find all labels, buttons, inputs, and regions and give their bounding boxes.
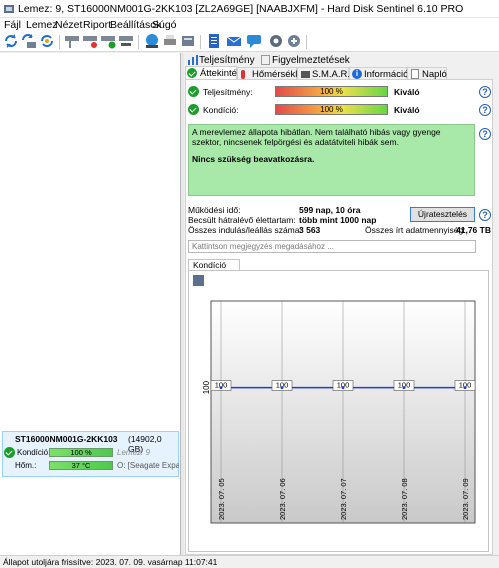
status-help-icon[interactable]: ?	[479, 128, 491, 140]
disk-temp-bar: 37 °C	[49, 461, 113, 470]
info-icon: i	[352, 69, 362, 79]
start-stop-value: 3 563	[299, 225, 321, 235]
status-text: A merevlemez állapota hibátlan. Nem talá…	[192, 127, 441, 147]
chart-data-point	[463, 386, 467, 390]
performance-tab-icon	[187, 55, 199, 65]
toolbar-separator	[59, 35, 60, 49]
toolbar-separator	[138, 35, 139, 49]
save-icon	[193, 275, 204, 286]
disk-name: ST16000NM001G-2KK103	[15, 434, 118, 444]
disk-health-bar: 100 %	[49, 448, 113, 457]
tab-alerts[interactable]: Figyelmeztetések	[272, 55, 350, 67]
tab-overview[interactable]: Áttekintés	[185, 66, 242, 80]
disk-ok-icon[interactable]	[100, 33, 116, 49]
uptime-value: 599 nap, 10 óra	[299, 205, 361, 215]
email-icon[interactable]	[226, 33, 242, 49]
menu-file[interactable]: Fájl	[4, 19, 21, 31]
status-bar: Állapot utoljára frissítve: 2023. 07. 09…	[0, 555, 499, 568]
retest-button[interactable]: Újratesztelés	[410, 207, 475, 222]
menu-help[interactable]: Súgó	[152, 19, 177, 31]
window-title: Lemez: 9, ST16000NM001G-2KK103 [ZL2A69GE…	[18, 3, 464, 15]
chart-data-point	[402, 386, 406, 390]
menu-bar: Fájl Lemez Nézet Riport Beállítások Súgó	[0, 18, 499, 32]
settings-gear-icon[interactable]	[268, 33, 284, 49]
status-action: Nincs szükség beavatkozásra.	[192, 154, 315, 164]
print-icon[interactable]	[162, 33, 178, 49]
alerts-tab-icon	[261, 55, 270, 65]
health-chart: 100 100 2023. 07. 05 100 2023. 07. 06 100 2023…	[188, 270, 489, 552]
chart-x-tick-label: 2023. 07. 06	[278, 478, 287, 520]
report-icon[interactable]	[206, 33, 222, 49]
remaining-life-label: Becsült hátralévő élettartam:	[188, 215, 296, 225]
uptime-label: Működési idő:	[188, 205, 241, 215]
health-help-icon[interactable]: ?	[479, 104, 491, 116]
disk-test-icon[interactable]	[64, 33, 80, 49]
disk-list-panel: ST16000NM001G-2KK103 (14902,0 GB) Kondíc…	[0, 53, 181, 555]
message-icon[interactable]	[246, 33, 262, 49]
menu-disk[interactable]: Lemez	[26, 19, 58, 31]
performance-check-icon	[188, 86, 199, 97]
disk-mount: O: [Seagate Expansion	[117, 461, 179, 470]
health-label: Kondíció:	[203, 105, 239, 115]
retest-help-icon[interactable]: ?	[479, 209, 491, 221]
chart-x-tick-label: 2023. 07. 07	[339, 478, 348, 520]
app-icon	[4, 5, 14, 13]
health-rating: Kiváló	[394, 105, 420, 115]
health-check-icon	[188, 104, 199, 115]
chart-data-point	[280, 386, 284, 390]
performance-help-icon[interactable]: ?	[479, 86, 491, 98]
disk-info-icon[interactable]	[118, 33, 134, 49]
toolbar-separator	[200, 35, 201, 49]
performance-label: Teljesítmény:	[203, 87, 253, 97]
refresh-icon[interactable]	[3, 33, 19, 49]
written-data-value: 41,76 TB	[456, 225, 491, 235]
log-document-icon	[411, 69, 419, 79]
panel-splitter[interactable]	[181, 53, 184, 555]
disk-index: Lemez: 9	[117, 448, 150, 457]
tools-icon[interactable]	[286, 33, 302, 49]
refresh-all-icon[interactable]	[39, 33, 55, 49]
health-bar: 100 %	[275, 104, 388, 115]
note-input[interactable]: Kattintson megjegyzés megadásához ...	[188, 240, 476, 253]
chart-x-tick-label: 2023. 07. 05	[217, 478, 226, 520]
smart-bars-icon	[301, 71, 310, 78]
performance-rating: Kiváló	[394, 87, 420, 97]
network-icon[interactable]	[144, 33, 160, 49]
refresh-disk-icon[interactable]	[21, 33, 37, 49]
remaining-life-value: több mint 1000 nap	[299, 215, 377, 225]
chart-x-tick-label: 2023. 07. 09	[461, 478, 470, 520]
chart-data-point	[341, 386, 345, 390]
menu-report[interactable]: Riport	[83, 19, 111, 31]
chart-y-tick-label: 100	[202, 380, 211, 394]
thermometer-icon	[241, 70, 245, 79]
toolbar-separator	[306, 35, 307, 49]
menu-view[interactable]: Nézet	[55, 19, 82, 31]
disk-card[interactable]: ST16000NM001G-2KK103 (14902,0 GB) Kondíc…	[2, 431, 179, 477]
health-chart-svg: 100 1002023. 07. 051002023. 07. 061002023…	[193, 275, 476, 524]
disk-ok-check-icon	[4, 447, 15, 458]
tab-overview-label: Áttekintés	[200, 68, 242, 79]
disk-health-label: Kondíció:	[17, 448, 51, 457]
status-description-box: A merevlemez állapota hibátlan. Nem talá…	[188, 124, 475, 196]
overview-check-icon	[187, 68, 197, 78]
disk-surface-icon[interactable]	[82, 33, 98, 49]
chart-x-tick-label: 2023. 07. 08	[400, 478, 409, 520]
export-icon[interactable]	[180, 33, 196, 49]
toolbar: ? i	[0, 32, 499, 81]
performance-bar: 100 %	[275, 86, 388, 97]
disk-temp-label: Hőm.:	[15, 461, 37, 470]
start-stop-label: Összes indulás/leállás száma:	[188, 225, 302, 235]
title-bar: Lemez: 9, ST16000NM001G-2KK103 [ZL2A69GE…	[0, 0, 499, 18]
chart-data-point	[219, 386, 223, 390]
written-data-label: Összes írt adatmennyiség:	[365, 225, 466, 235]
